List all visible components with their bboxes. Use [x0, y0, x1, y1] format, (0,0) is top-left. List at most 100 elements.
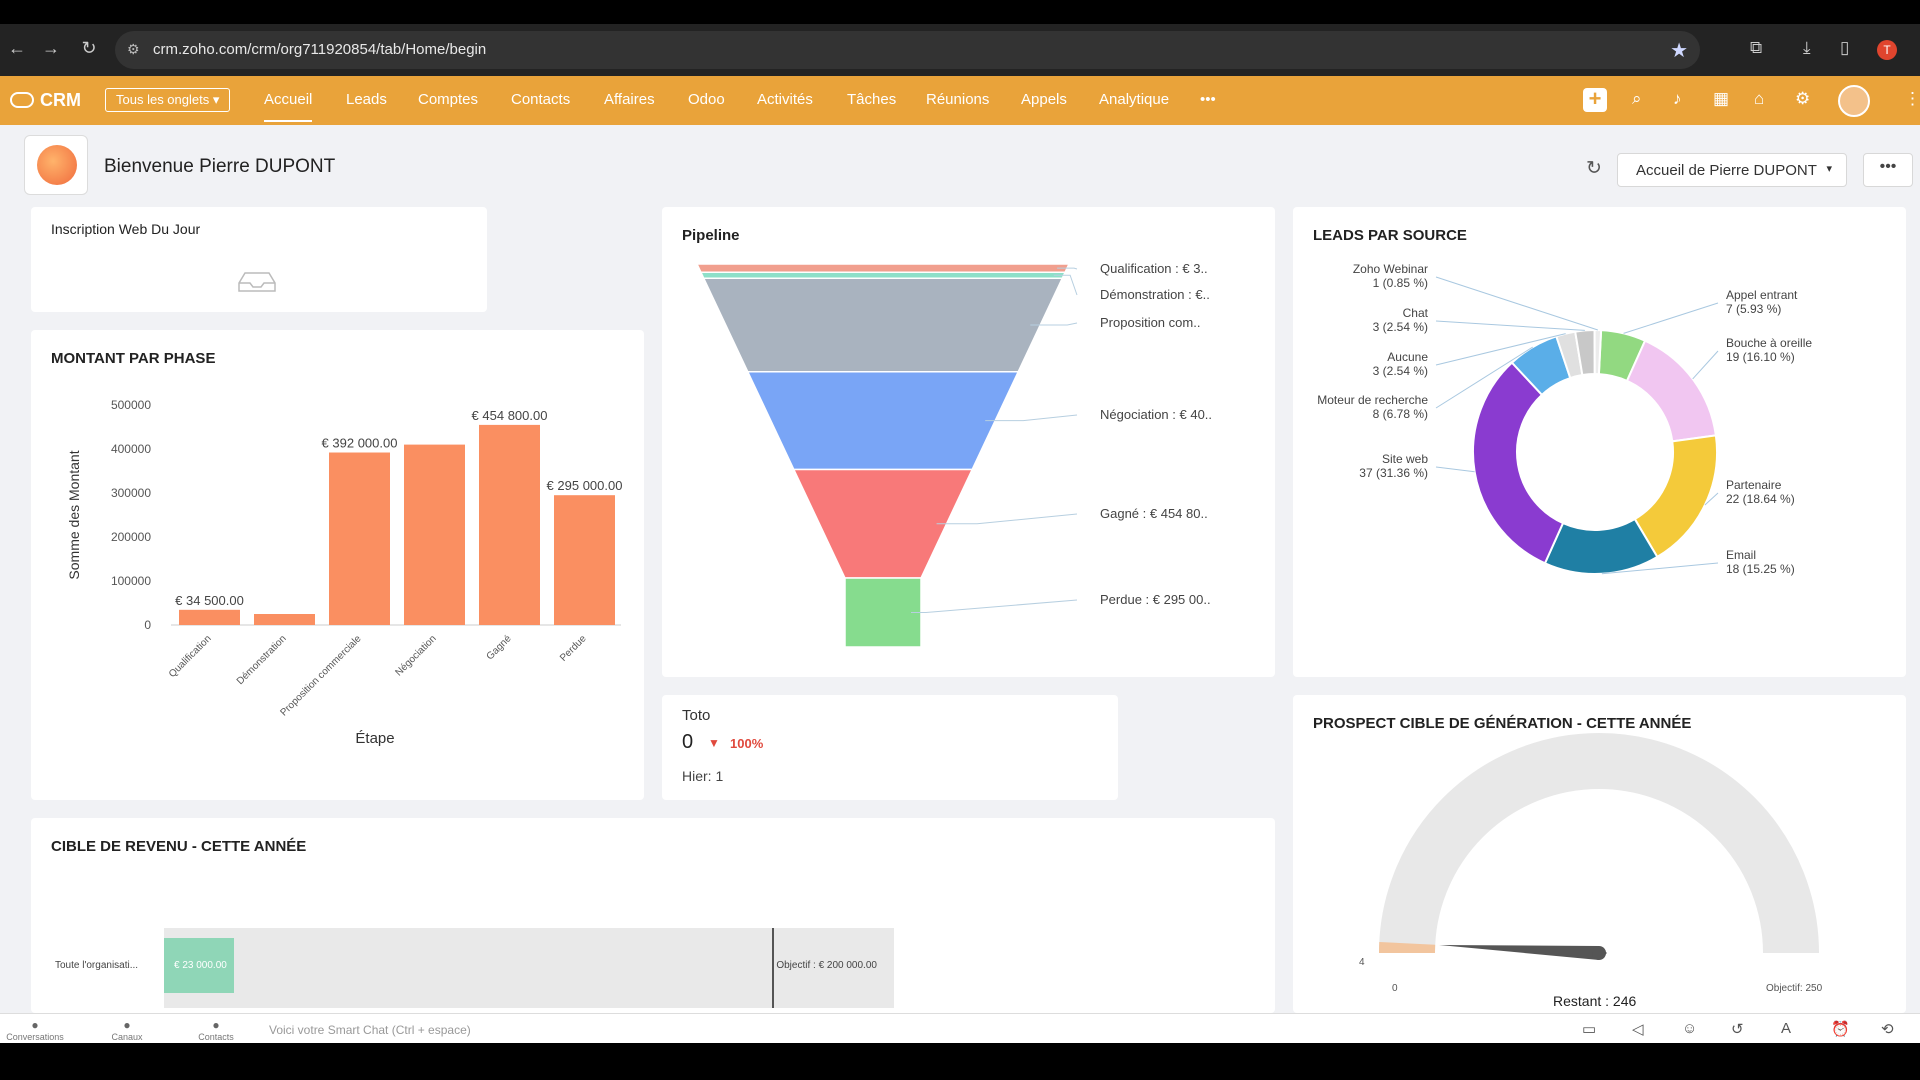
pie-leader-line	[1692, 350, 1719, 380]
contacts-button[interactable]: ● Contacts	[181, 1018, 251, 1042]
pie-slice-value: 37 (31.36 %)	[1359, 466, 1428, 480]
tab-leads[interactable]: Leads	[346, 91, 387, 108]
gear-icon[interactable]: ⚙	[1795, 89, 1810, 109]
smart-chat-input[interactable]: Voici votre Smart Chat (Ctrl + espace)	[269, 1023, 471, 1037]
contacts-icon: ●	[212, 1018, 220, 1032]
revenu-target-label: Objectif : € 200 000.00	[776, 960, 877, 971]
revenu-value-label: € 23 000.00	[174, 960, 227, 971]
montant-chart: 500000 400000 300000 200000 100000 0 € 34 500.…	[66, 398, 623, 747]
conversations-button[interactable]: ● Conversations	[0, 1018, 70, 1042]
revenu-target-line	[772, 928, 774, 1008]
bar	[329, 452, 390, 625]
x-tick-label: Qualification	[167, 633, 214, 680]
tab-activites[interactable]: Activités	[757, 91, 813, 108]
create-plus-icon[interactable]: +	[1583, 88, 1607, 112]
tab-comptes[interactable]: Comptes	[418, 91, 478, 108]
pie-slice-value: 22 (18.64 %)	[1726, 492, 1795, 506]
forward-icon[interactable]: →	[40, 38, 62, 59]
calendar-icon[interactable]: ▦	[1713, 89, 1729, 109]
bar	[404, 444, 465, 625]
app-name: CRM	[40, 90, 81, 110]
url-text: crm.zoho.com/crm/org711920854/tab/Home/b…	[153, 41, 487, 58]
translate-icon[interactable]: A	[1781, 1020, 1791, 1037]
user-avatar[interactable]	[1838, 85, 1870, 117]
y-tick-label: 200000	[111, 530, 151, 544]
pipeline-card: Pipeline Qualification : € 3.. Démonstrat…	[662, 207, 1275, 677]
more-tabs-button[interactable]: •••	[1200, 91, 1216, 108]
profile-avatar[interactable]: T	[1877, 40, 1897, 60]
crm-logo[interactable]: CRM	[10, 90, 81, 111]
back-icon[interactable]: ←	[6, 38, 28, 59]
channels-icon: ●	[123, 1018, 131, 1032]
alarm-icon[interactable]: ⏰	[1831, 1020, 1850, 1038]
side-panel-icon[interactable]: ▯	[1840, 38, 1849, 58]
crm-logo-icon	[10, 92, 34, 108]
x-tick-label: Perdue	[558, 633, 589, 664]
pie-slice-label: Zoho Webinar	[1353, 262, 1428, 276]
site-info-icon[interactable]: ⚙	[127, 41, 140, 58]
funnel-label: Perdue : € 295 00..	[1100, 592, 1211, 607]
bottom-bar: ● Conversations ● Canaux ● Contacts Voici v…	[0, 1013, 1920, 1043]
pie-slice	[1593, 328, 1603, 376]
gauge-track	[1379, 733, 1819, 954]
pie-slice-value: 3 (2.54 %)	[1373, 364, 1428, 378]
tab-affaires[interactable]: Affaires	[604, 91, 655, 108]
store-icon[interactable]: ⌂	[1754, 89, 1764, 109]
bar-data-label: € 34 500.00	[175, 593, 244, 608]
org-logo	[24, 135, 88, 195]
bell-icon[interactable]: ♪	[1673, 89, 1682, 109]
tab-reunions[interactable]: Réunions	[926, 91, 989, 108]
crm-topbar: CRM Tous les onglets ▾ Accueil Leads Com…	[0, 76, 1920, 125]
prospect-gauge	[1379, 733, 1819, 960]
apps-grid-icon[interactable]: ⋮	[1904, 89, 1920, 109]
refresh-icon[interactable]: ↻	[1586, 157, 1602, 180]
tab-appels[interactable]: Appels	[1021, 91, 1067, 108]
x-axis-title: Étape	[355, 730, 394, 747]
header-more-button[interactable]: •••	[1863, 153, 1913, 187]
feedback-icon[interactable]: ☺	[1682, 1020, 1697, 1037]
pie-slice-value: 1 (0.85 %)	[1373, 276, 1428, 290]
address-bar[interactable]: ⚙ crm.zoho.com/crm/org711920854/tab/Home…	[115, 31, 1700, 69]
gauge-min: 0	[1392, 983, 1398, 994]
funnel-leader-line	[911, 599, 1078, 614]
pie-slice	[1625, 339, 1717, 443]
pie-slice-label: Bouche à oreille	[1726, 336, 1812, 350]
bar	[254, 614, 315, 625]
pie-slice-label: Email	[1726, 548, 1756, 562]
extensions-icon[interactable]: ⧉	[1750, 38, 1762, 58]
home-view-select[interactable]: Accueil de Pierre DUPONT ▾	[1617, 153, 1847, 187]
all-tabs-dropdown[interactable]: Tous les onglets ▾	[105, 88, 231, 112]
tab-odoo[interactable]: Odoo	[688, 91, 725, 108]
x-tick-label: Négociation	[393, 633, 438, 678]
screen-icon[interactable]: ▭	[1582, 1020, 1596, 1038]
x-tick-label: Gagné	[485, 633, 514, 662]
gauge-max: Objectif: 250	[1766, 983, 1823, 994]
bar	[554, 495, 615, 625]
reload-icon[interactable]: ↻	[78, 38, 100, 59]
prospect-card: PROSPECT CIBLE DE GÉNÉRATION - CETTE ANN…	[1293, 695, 1906, 1013]
funnel-label: Qualification : € 3..	[1100, 261, 1208, 276]
y-axis-title: Somme des Montant	[66, 450, 82, 579]
funnel-stage	[699, 271, 1067, 279]
x-tick-label: Démonstration	[235, 633, 289, 687]
bar-data-label: € 295 000.00	[547, 478, 623, 493]
montant-card: MONTANT PAR PHASE 500000 400000 300000 2000…	[31, 330, 644, 800]
tab-accueil[interactable]: Accueil	[264, 91, 313, 122]
funnel-stage	[746, 370, 1020, 471]
page-title: Bienvenue Pierre DUPONT	[104, 156, 336, 177]
gauge-hub	[1592, 946, 1606, 960]
chevron-down-icon: ▾	[1826, 163, 1832, 175]
bar	[179, 609, 240, 625]
canaux-button[interactable]: ● Canaux	[92, 1018, 162, 1042]
bookmark-star-icon[interactable]: ★	[1670, 38, 1688, 63]
search-icon[interactable]: ⌕	[1632, 89, 1642, 109]
tab-taches[interactable]: Tâches	[847, 91, 896, 108]
tab-analytique[interactable]: Analytique	[1099, 91, 1169, 108]
funnel-label: Négociation : € 40..	[1100, 407, 1212, 422]
undo-icon[interactable]: ↺	[1731, 1020, 1744, 1038]
revenu-row-label: Toute l'organisati...	[55, 960, 139, 971]
history-icon[interactable]: ⟲	[1881, 1020, 1894, 1038]
download-icon[interactable]: ⤓	[1803, 38, 1811, 58]
announce-icon[interactable]: ◁	[1632, 1020, 1644, 1038]
tab-contacts[interactable]: Contacts	[511, 91, 570, 108]
